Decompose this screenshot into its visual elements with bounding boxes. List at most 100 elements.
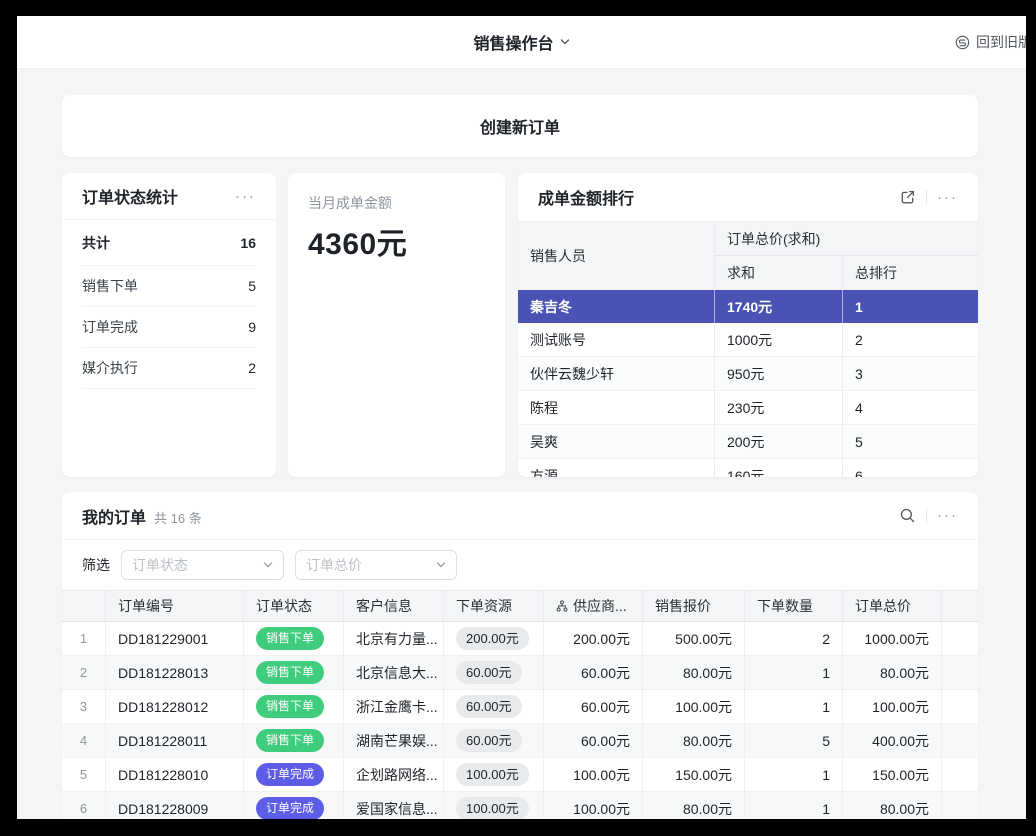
ranking-row[interactable]: 吴爽200元5 bbox=[518, 425, 978, 459]
supplier-price-cell: 60.00元 bbox=[544, 724, 643, 757]
column-header-supplier[interactable]: 供应商... bbox=[544, 591, 643, 621]
column-header-spacer bbox=[942, 591, 978, 621]
column-header-resource[interactable]: 下单资源 bbox=[444, 591, 544, 621]
ranking-row[interactable]: 秦吉冬1740元1 bbox=[518, 290, 978, 323]
qty-cell: 1 bbox=[745, 758, 843, 791]
status-stat-row: 销售下单5 bbox=[82, 266, 256, 307]
more-icon[interactable]: ··· bbox=[235, 189, 256, 204]
ranking-row[interactable]: 方源160元6 bbox=[518, 459, 978, 477]
stat-label: 共计 bbox=[82, 233, 110, 253]
qty-cell: 2 bbox=[745, 622, 843, 655]
monthly-amount-card: 当月成单金额 4360元 bbox=[288, 173, 505, 477]
card-title: 成单金额排行 bbox=[538, 185, 634, 209]
qty-cell: 1 bbox=[745, 690, 843, 723]
quote-cell: 80.00元 bbox=[643, 656, 745, 689]
status-badge: 订单完成 bbox=[256, 763, 324, 785]
column-header-total[interactable]: 订单总价 bbox=[843, 591, 942, 621]
top-bar: 销售操作台 回到旧版 bbox=[17, 16, 1026, 69]
status-badge: 销售下单 bbox=[256, 627, 324, 649]
resource-pill: 60.00元 bbox=[456, 661, 522, 685]
chevron-down-icon bbox=[560, 38, 570, 46]
ranking-sum-cell: 1740元 bbox=[715, 290, 843, 323]
table-row[interactable]: 4DD181228011销售下单湖南芒果娱...60.00元60.00元80.0… bbox=[62, 724, 978, 758]
ranking-sum-cell: 160元 bbox=[715, 459, 843, 477]
customer-cell: 浙江金鹰卡... bbox=[344, 690, 444, 723]
order-status-cell: 销售下单 bbox=[244, 656, 344, 689]
column-header-order-no[interactable]: 订单编号 bbox=[106, 591, 244, 621]
ranking-row[interactable]: 陈程230元4 bbox=[518, 391, 978, 425]
more-icon[interactable]: ··· bbox=[937, 190, 958, 205]
ranking-row[interactable]: 测试账号1000元2 bbox=[518, 323, 978, 357]
back-to-old-version-label: 回到旧版 bbox=[976, 32, 1026, 52]
ranking-row[interactable]: 伙伴云魏少轩950元3 bbox=[518, 357, 978, 391]
chevron-down-icon bbox=[436, 561, 446, 569]
status-badge: 销售下单 bbox=[256, 695, 324, 717]
quote-cell: 80.00元 bbox=[643, 724, 745, 757]
customer-cell: 企划路网络... bbox=[344, 758, 444, 791]
table-row[interactable]: 3DD181228012销售下单浙江金鹰卡...60.00元60.00元100.… bbox=[62, 690, 978, 724]
ranking-rank-cell: 5 bbox=[843, 425, 978, 458]
divider bbox=[926, 190, 927, 204]
spacer-cell bbox=[942, 792, 978, 819]
spacer-cell bbox=[942, 758, 978, 791]
qty-cell: 5 bbox=[745, 724, 843, 757]
open-in-new-icon[interactable] bbox=[900, 189, 916, 205]
order-status-cell: 订单完成 bbox=[244, 792, 344, 819]
status-stat-row: 媒介执行2 bbox=[82, 348, 256, 389]
create-order-button[interactable]: 创建新订单 bbox=[62, 95, 978, 157]
qty-cell: 1 bbox=[745, 792, 843, 819]
quote-cell: 100.00元 bbox=[643, 690, 745, 723]
card-title: 订单状态统计 bbox=[82, 184, 178, 208]
customer-cell: 爱国家信息... bbox=[344, 792, 444, 819]
amount-value: 4360元 bbox=[308, 219, 485, 263]
column-header-rank: 总排行 bbox=[843, 256, 978, 290]
column-header-rownum bbox=[62, 591, 106, 621]
resource-pill: 100.00元 bbox=[456, 763, 529, 787]
more-icon[interactable]: ··· bbox=[937, 508, 958, 523]
ranking-sum-cell: 950元 bbox=[715, 357, 843, 390]
revert-icon bbox=[955, 35, 970, 50]
supplier-price-cell: 60.00元 bbox=[544, 690, 643, 723]
total-cell: 1000.00元 bbox=[843, 622, 942, 655]
workspace-switcher[interactable]: 销售操作台 bbox=[17, 16, 1026, 68]
order-status-cell: 销售下单 bbox=[244, 690, 344, 723]
table-row[interactable]: 5DD181228010订单完成企划路网络...100.00元100.00元15… bbox=[62, 758, 978, 792]
order-no-cell: DD181228012 bbox=[106, 690, 244, 723]
stat-label: 媒介执行 bbox=[82, 358, 138, 378]
column-header-quote[interactable]: 销售报价 bbox=[643, 591, 745, 621]
stat-label: 销售下单 bbox=[82, 276, 138, 296]
total-cell: 100.00元 bbox=[843, 690, 942, 723]
ranking-rank-cell: 2 bbox=[843, 323, 978, 356]
column-header-total-sum: 订单总价(求和) bbox=[715, 222, 978, 256]
my-orders-card: 我的订单 共 16 条 ··· 筛选 订单状态 订单总价 bbox=[62, 492, 978, 819]
status-badge: 销售下单 bbox=[256, 661, 324, 683]
stat-value: 16 bbox=[240, 235, 256, 251]
ranking-rank-cell: 3 bbox=[843, 357, 978, 390]
column-header-customer[interactable]: 客户信息 bbox=[344, 591, 444, 621]
column-header-order-status[interactable]: 订单状态 bbox=[244, 591, 344, 621]
search-icon[interactable] bbox=[899, 507, 916, 524]
supplier-price-cell: 60.00元 bbox=[544, 656, 643, 689]
order-total-filter-select[interactable]: 订单总价 bbox=[295, 550, 457, 580]
divider bbox=[926, 509, 927, 523]
stat-label: 订单完成 bbox=[82, 317, 138, 337]
ranking-person-cell: 陈程 bbox=[518, 391, 715, 424]
table-row[interactable]: 1DD181229001销售下单北京有力量...200.00元200.00元50… bbox=[62, 622, 978, 656]
amount-label: 当月成单金额 bbox=[308, 193, 485, 213]
chevron-down-icon bbox=[263, 561, 273, 569]
relation-icon bbox=[556, 600, 568, 612]
table-row[interactable]: 2DD181228013销售下单北京信息大...60.00元60.00元80.0… bbox=[62, 656, 978, 690]
table-row[interactable]: 6DD181228009订单完成爱国家信息...100.00元100.00元80… bbox=[62, 792, 978, 819]
column-header-qty[interactable]: 下单数量 bbox=[745, 591, 843, 621]
supplier-price-cell: 100.00元 bbox=[544, 792, 643, 819]
order-no-cell: DD181228010 bbox=[106, 758, 244, 791]
order-status-filter-select[interactable]: 订单状态 bbox=[121, 550, 284, 580]
order-no-cell: DD181228013 bbox=[106, 656, 244, 689]
row-number-cell: 5 bbox=[62, 758, 106, 791]
status-badge: 订单完成 bbox=[256, 797, 324, 819]
back-to-old-version-link[interactable]: 回到旧版 bbox=[955, 16, 1026, 68]
ranking-person-cell: 测试账号 bbox=[518, 323, 715, 356]
spacer-cell bbox=[942, 724, 978, 757]
ranking-person-cell: 方源 bbox=[518, 459, 715, 477]
orders-table-header: 订单编号 订单状态 客户信息 下单资源 供应商... 销售报价 下单数量 订单总… bbox=[62, 590, 978, 622]
